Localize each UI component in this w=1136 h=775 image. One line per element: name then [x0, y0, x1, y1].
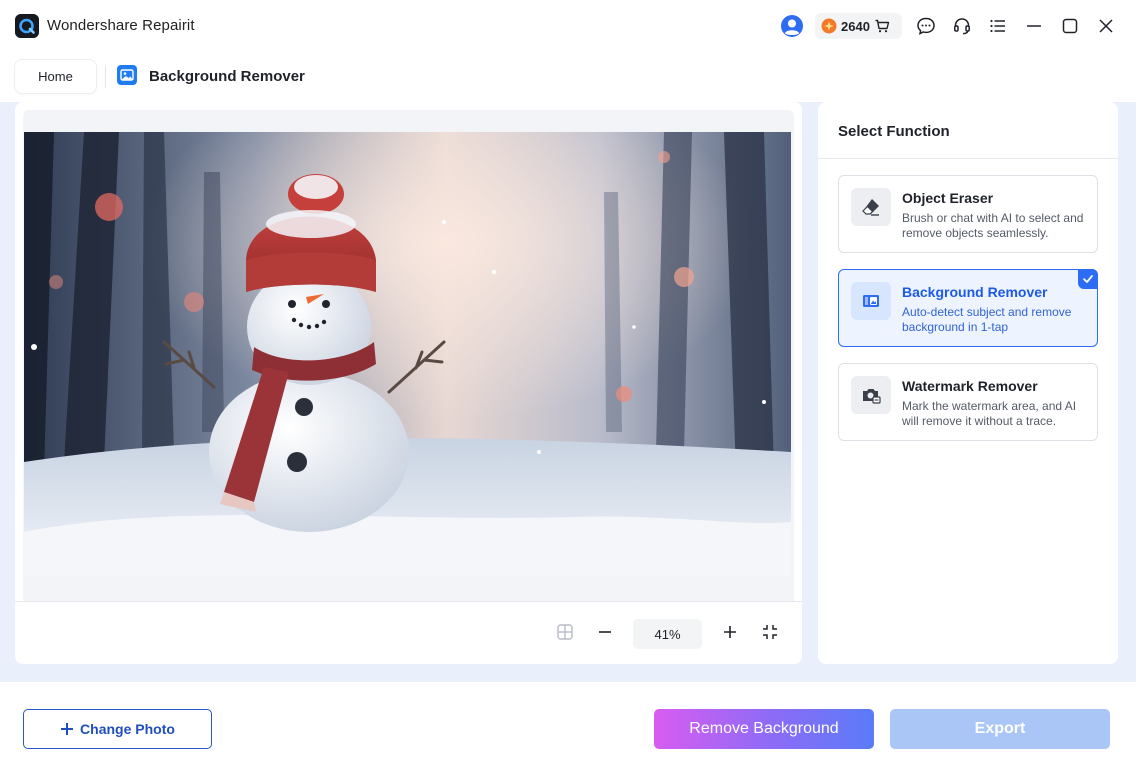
function-description: Auto-detect subject and remove backgroun…: [902, 305, 1072, 334]
minimize-icon[interactable]: [1021, 13, 1047, 39]
function-title: Background Remover: [902, 284, 1048, 300]
main-area: 41% Select Function Object Eraser Brush …: [0, 102, 1136, 682]
eraser-icon: [851, 188, 891, 226]
function-description: Mark the watermark area, and AI will rem…: [902, 399, 1077, 428]
headset-icon[interactable]: [949, 13, 975, 39]
function-title: Object Eraser: [902, 190, 994, 206]
maximize-icon[interactable]: [1057, 13, 1083, 39]
compare-view-icon[interactable]: [553, 620, 577, 644]
function-panel: Select Function Object Eraser Brush or c…: [818, 102, 1118, 664]
selected-check-icon: [1078, 269, 1098, 289]
app-logo-icon: [15, 14, 39, 38]
canvas-panel: 41%: [15, 102, 802, 664]
function-watermark-remover[interactable]: Watermark Remover Mark the watermark are…: [838, 363, 1098, 441]
change-photo-label: Change Photo: [80, 721, 175, 737]
fit-screen-icon[interactable]: [758, 620, 782, 644]
function-title: Watermark Remover: [902, 378, 1038, 394]
zoom-in-icon[interactable]: [718, 620, 742, 644]
user-avatar-icon[interactable]: [779, 13, 805, 39]
tab-separator: [105, 66, 106, 88]
export-button[interactable]: Export: [890, 709, 1110, 749]
close-icon[interactable]: [1093, 13, 1119, 39]
function-background-remover[interactable]: Background Remover Auto-detect subject a…: [838, 269, 1098, 347]
canvas-area: [23, 110, 794, 601]
tab-background-remover[interactable]: Background Remover: [149, 68, 305, 85]
footer-bar: Change Photo Remove Background Export: [0, 682, 1136, 775]
tab-home[interactable]: Home: [15, 60, 96, 93]
tab-bar: Home Background Remover: [0, 52, 1136, 102]
zoom-toolbar: 41%: [15, 602, 802, 664]
cart-icon: [875, 19, 890, 33]
zoom-level[interactable]: 41%: [633, 619, 702, 649]
function-description: Brush or chat with AI to select and remo…: [902, 211, 1084, 240]
title-bar: Wondershare Repairit 2640: [0, 0, 1136, 52]
credits-count: 2640: [841, 18, 870, 34]
snowman-photo: [24, 132, 791, 577]
credits-badge[interactable]: 2640: [815, 13, 902, 39]
coin-icon: [821, 18, 837, 34]
function-panel-title: Select Function: [838, 123, 950, 140]
photo-preview: [24, 132, 791, 577]
function-panel-divider: [818, 158, 1118, 159]
change-photo-button[interactable]: Change Photo: [23, 709, 212, 749]
background-remover-icon: [851, 282, 891, 320]
chat-icon[interactable]: [913, 13, 939, 39]
plus-icon: [61, 723, 74, 735]
zoom-out-icon[interactable]: [593, 620, 617, 644]
remove-background-button[interactable]: Remove Background: [654, 709, 874, 749]
background-remover-tab-icon: [117, 65, 137, 85]
watermark-remover-icon: [851, 376, 891, 414]
function-object-eraser[interactable]: Object Eraser Brush or chat with AI to s…: [838, 175, 1098, 253]
app-title: Wondershare Repairit: [47, 17, 195, 34]
menu-icon[interactable]: [985, 13, 1011, 39]
